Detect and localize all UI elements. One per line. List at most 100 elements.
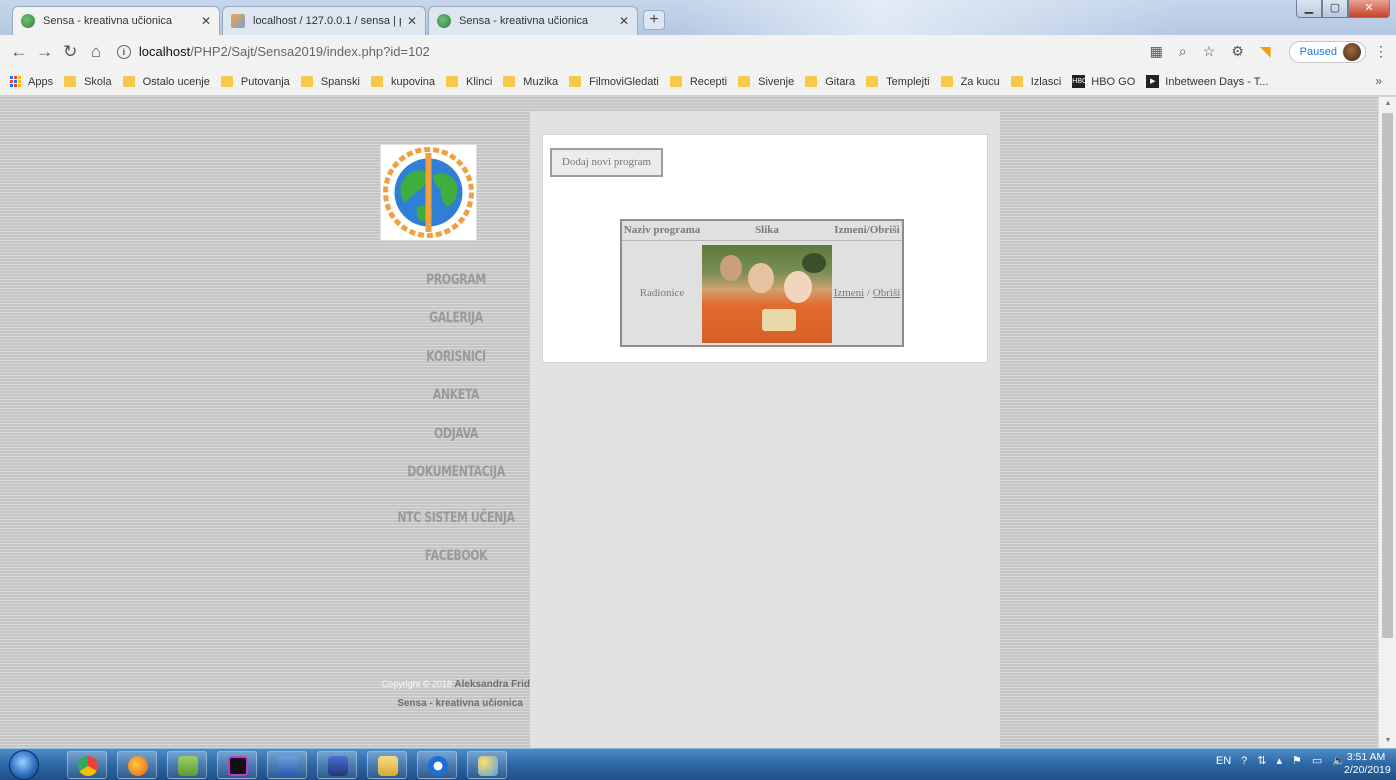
taskbar-teamviewer[interactable] <box>417 751 457 779</box>
edit-link[interactable]: Izmeni <box>834 287 865 299</box>
folder-icon <box>378 756 398 776</box>
bookmark-folder[interactable]: Putovanja <box>220 76 290 88</box>
bookmark-inbetween-days[interactable]: ▶ Inbetween Days - T... <box>1146 75 1268 88</box>
bookmark-apps[interactable]: Apps <box>10 76 53 88</box>
taskbar-save[interactable] <box>317 751 357 779</box>
program-actions: Izmeni / Obriši <box>832 287 902 299</box>
bookmark-folder[interactable]: Za kucu <box>940 76 1000 88</box>
tab-sensa-second[interactable]: Sensa - kreativna učionica ✕ <box>428 6 638 35</box>
phpmyadmin-favicon-icon <box>231 14 245 28</box>
bookmark-star-icon[interactable]: ☆ <box>1203 43 1216 60</box>
bookmark-folder[interactable]: Templejti <box>866 76 930 88</box>
bookmark-folder[interactable]: kupovina <box>370 76 435 88</box>
taskbar-chrome[interactable] <box>67 751 107 779</box>
program-panel: Dodaj novi program Naziv programa Slika … <box>542 134 988 363</box>
show-hidden-icons-icon[interactable]: ▴ <box>1276 754 1282 767</box>
menu-icon[interactable]: ⋮ <box>1374 43 1388 60</box>
display-icon[interactable]: ▭ <box>1312 754 1322 767</box>
program-table: Naziv programa Slika Izmeni/Obriši Radio… <box>620 219 904 347</box>
nav-link-anketa[interactable]: ANKETA <box>397 385 516 405</box>
taskbar-paint[interactable] <box>467 751 507 779</box>
action-center-flag-icon[interactable]: ⚑ <box>1292 754 1302 767</box>
bookmark-folder[interactable]: Spanski <box>300 76 360 88</box>
windows-taskbar: EN ? ⇅ ▴ ⚑ ▭ 🔈 3:51 AM 2/20/2019 <box>0 748 1396 780</box>
bookmark-label: Gitara <box>825 75 856 88</box>
nav-link-program[interactable]: PROGRAM <box>397 270 516 290</box>
home-icon[interactable]: ⌂ <box>83 42 109 62</box>
back-arrow-icon[interactable]: ← <box>6 42 32 62</box>
notepad-icon <box>178 756 198 776</box>
system-clock[interactable]: 3:51 AM 2/20/2019 <box>1344 751 1391 777</box>
taskbar-explorer[interactable] <box>367 751 407 779</box>
rss-icon[interactable]: ◥ <box>1260 43 1271 60</box>
nav-link-odjava[interactable]: ODJAVA <box>397 424 516 444</box>
help-icon[interactable]: ? <box>1241 755 1247 767</box>
nav-link-ntc-sistem[interactable]: NTC SISTEM UČENJA <box>397 508 516 528</box>
bookmark-folder[interactable]: Klinci <box>446 76 492 88</box>
tab-phpmyadmin[interactable]: localhost / 127.0.0.1 / sensa | php ✕ <box>222 6 426 35</box>
nav-link-facebook[interactable]: FACEBOOK <box>397 546 516 566</box>
bookmark-label: Ostalo ucenje <box>142 75 210 88</box>
page-scrollbar[interactable]: ▲ ▼ <box>1378 97 1396 748</box>
clock-time: 3:51 AM <box>1346 751 1386 763</box>
scrollbar-thumb[interactable] <box>1382 113 1393 638</box>
delete-link[interactable]: Obriši <box>873 287 901 299</box>
bookmark-folder[interactable]: Skola <box>64 76 112 88</box>
scroll-up-icon[interactable]: ▲ <box>1379 97 1396 111</box>
bookmark-label: Apps <box>28 75 54 88</box>
start-button[interactable] <box>9 750 39 780</box>
paint-icon <box>478 756 498 776</box>
taskbar-phpstorm[interactable] <box>217 751 257 779</box>
bookmark-folder[interactable]: Ostalo ucenje <box>122 75 210 88</box>
close-window-button[interactable]: ✕ <box>1348 0 1390 18</box>
bookmark-folder[interactable]: Sivenje <box>738 76 794 88</box>
close-tab-icon[interactable]: ✕ <box>201 14 211 28</box>
nav-link-galerija[interactable]: GALERIJA <box>397 308 516 328</box>
nav-link-korisnici[interactable]: KORISNICI <box>397 347 516 367</box>
bookmark-folder[interactable]: FilmoviGledati <box>569 76 659 88</box>
bookmark-folder[interactable]: Gitara <box>805 76 855 88</box>
forward-arrow-icon[interactable]: → <box>32 42 58 62</box>
taskbar-word[interactable] <box>267 751 307 779</box>
folder-icon <box>805 76 818 87</box>
folder-icon <box>569 76 582 87</box>
tab-sensa-active[interactable]: Sensa - kreativna učionica ✕ <box>12 6 220 35</box>
site-info-icon[interactable]: i <box>116 44 131 59</box>
bookmark-label: HBO GO <box>1091 75 1136 88</box>
translate-icon[interactable]: ▦ <box>1150 43 1163 60</box>
site-logo[interactable] <box>380 144 477 241</box>
add-program-button[interactable]: Dodaj novi program <box>550 148 663 177</box>
bookmark-hbo-go[interactable]: HBO HBO GO <box>1072 75 1135 88</box>
phpstorm-icon <box>228 756 248 776</box>
bookmark-folder[interactable]: Izlasci <box>1010 75 1062 88</box>
reload-icon[interactable]: ↻ <box>57 42 83 62</box>
close-tab-icon[interactable]: ✕ <box>619 14 629 28</box>
bookmarks-overflow-button[interactable]: » <box>1375 74 1382 88</box>
maximize-button[interactable]: ▢ <box>1322 0 1348 18</box>
taskbar-notepad[interactable] <box>167 751 207 779</box>
folder-icon <box>738 76 751 87</box>
new-tab-button[interactable]: + <box>643 10 665 30</box>
zoom-icon[interactable]: ⌕ <box>1179 43 1187 60</box>
scroll-down-icon[interactable]: ▼ <box>1379 734 1396 748</box>
taskbar-firefox[interactable] <box>117 751 157 779</box>
folder-icon <box>220 76 233 87</box>
profile-button[interactable]: Paused <box>1288 40 1366 63</box>
folder-icon <box>446 76 458 87</box>
nav-link-dokumentacija[interactable]: DOKUMENTACIJA <box>397 462 516 482</box>
address-bar[interactable]: i localhost/PHP2/Sajt/Sensa2019/index.ph… <box>116 39 990 65</box>
word-icon <box>278 756 298 776</box>
bookmark-label: Izlasci <box>1030 75 1062 88</box>
bookmark-folder[interactable]: Recepti <box>669 76 727 88</box>
chrome-icon <box>78 756 98 776</box>
minimize-button[interactable]: ▁ <box>1296 0 1322 18</box>
network-icon[interactable]: ⇅ <box>1257 754 1266 767</box>
window-controls: ▁ ▢ ✕ <box>1296 0 1390 18</box>
language-indicator[interactable]: EN <box>1216 755 1231 767</box>
close-tab-icon[interactable]: ✕ <box>407 14 417 28</box>
bookmark-label: FilmoviGledati <box>589 75 659 88</box>
extension-icon[interactable]: ⚙ <box>1231 43 1244 60</box>
avatar <box>1342 42 1361 61</box>
bookmark-folder[interactable]: Muzika <box>503 76 558 88</box>
clock-date: 2/20/2019 <box>1344 764 1391 776</box>
